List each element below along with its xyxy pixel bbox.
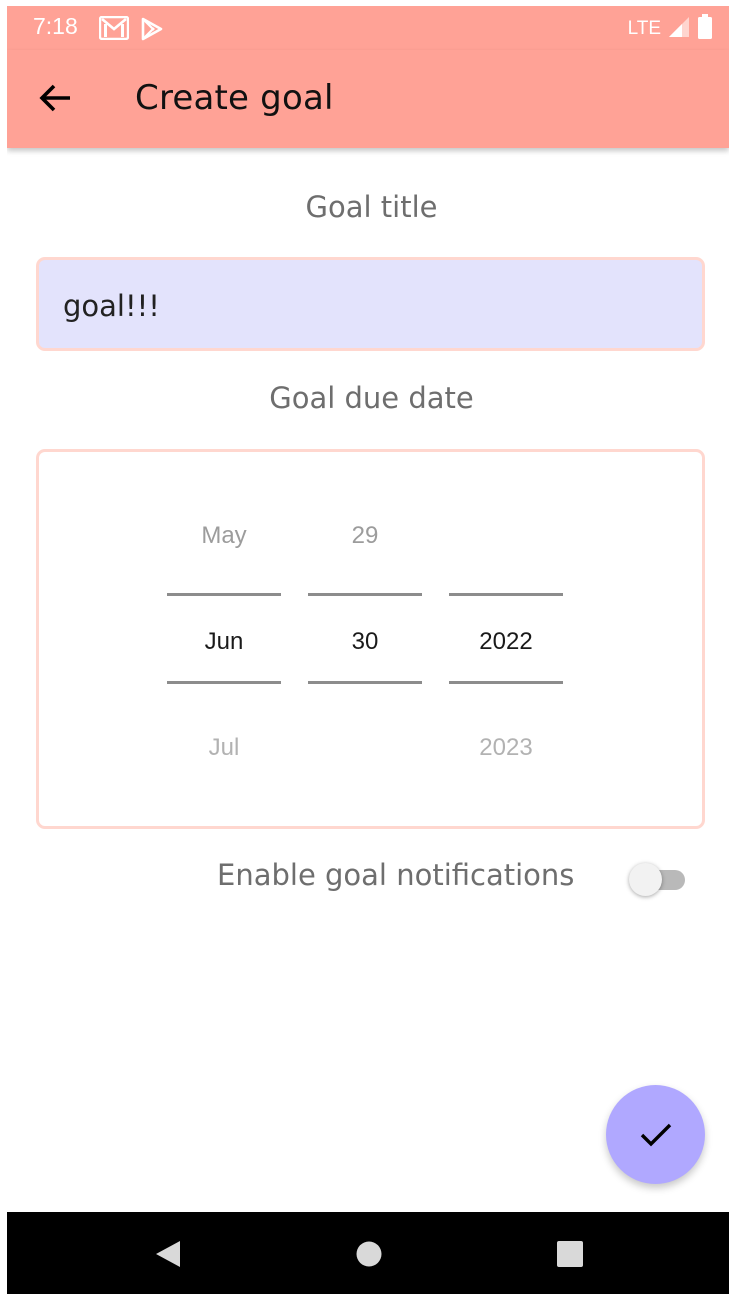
- month-next[interactable]: Jul: [167, 734, 281, 762]
- nav-back-button[interactable]: [150, 1236, 186, 1272]
- nav-home-button[interactable]: [351, 1236, 387, 1272]
- battery-icon: [697, 14, 713, 44]
- goal-title-input[interactable]: [63, 284, 663, 328]
- signal-icon: [667, 16, 691, 42]
- nav-recents-button[interactable]: [552, 1236, 588, 1272]
- year-picker[interactable]: 2022 2023: [449, 452, 563, 826]
- toggle-thumb: [629, 863, 662, 896]
- status-time: 7:18: [33, 13, 78, 39]
- create-goal-screen: 7:18 LTE Create goal Goal title goal!!! …: [7, 6, 729, 1294]
- year-next[interactable]: 2023: [449, 734, 563, 762]
- day-selected[interactable]: 30: [308, 628, 422, 656]
- nav-home-icon: [356, 1241, 382, 1267]
- app-bar: Create goal: [7, 50, 729, 148]
- day-picker[interactable]: 29 30: [308, 452, 422, 826]
- month-divider-bottom: [167, 681, 281, 684]
- notifications-label: Enable goal notifications: [217, 858, 575, 892]
- play-store-icon: [141, 17, 163, 45]
- network-type: LTE: [627, 18, 661, 39]
- day-divider-top: [308, 593, 422, 596]
- nav-back-icon: [156, 1241, 180, 1267]
- date-picker: May Jun Jul 29 30 2022 2023: [36, 449, 705, 829]
- month-selected[interactable]: Jun: [167, 628, 281, 656]
- status-right-group: LTE: [628, 14, 713, 44]
- goal-title-label: Goal title: [305, 190, 438, 224]
- back-button[interactable]: [33, 76, 77, 120]
- year-selected[interactable]: 2022: [449, 628, 563, 656]
- gmail-icon: [98, 15, 130, 44]
- arrow-back-icon: [39, 84, 70, 112]
- page-title: Create goal: [135, 78, 334, 118]
- system-nav-bar: [7, 1212, 729, 1294]
- year-divider-bottom: [449, 681, 563, 684]
- day-prev[interactable]: 29: [308, 522, 422, 550]
- day-divider-bottom: [308, 681, 422, 684]
- save-goal-button[interactable]: [606, 1085, 705, 1184]
- month-prev[interactable]: May: [167, 522, 281, 550]
- month-picker[interactable]: May Jun Jul: [167, 452, 281, 826]
- month-divider-top: [167, 593, 281, 596]
- goal-title-field[interactable]: [36, 257, 705, 351]
- year-divider-top: [449, 593, 563, 596]
- nav-recents-icon: [557, 1241, 583, 1267]
- status-bar: 7:18 LTE: [7, 6, 729, 50]
- check-icon: [640, 1123, 671, 1146]
- notifications-toggle[interactable]: [629, 862, 685, 896]
- due-date-label: Goal due date: [269, 381, 474, 415]
